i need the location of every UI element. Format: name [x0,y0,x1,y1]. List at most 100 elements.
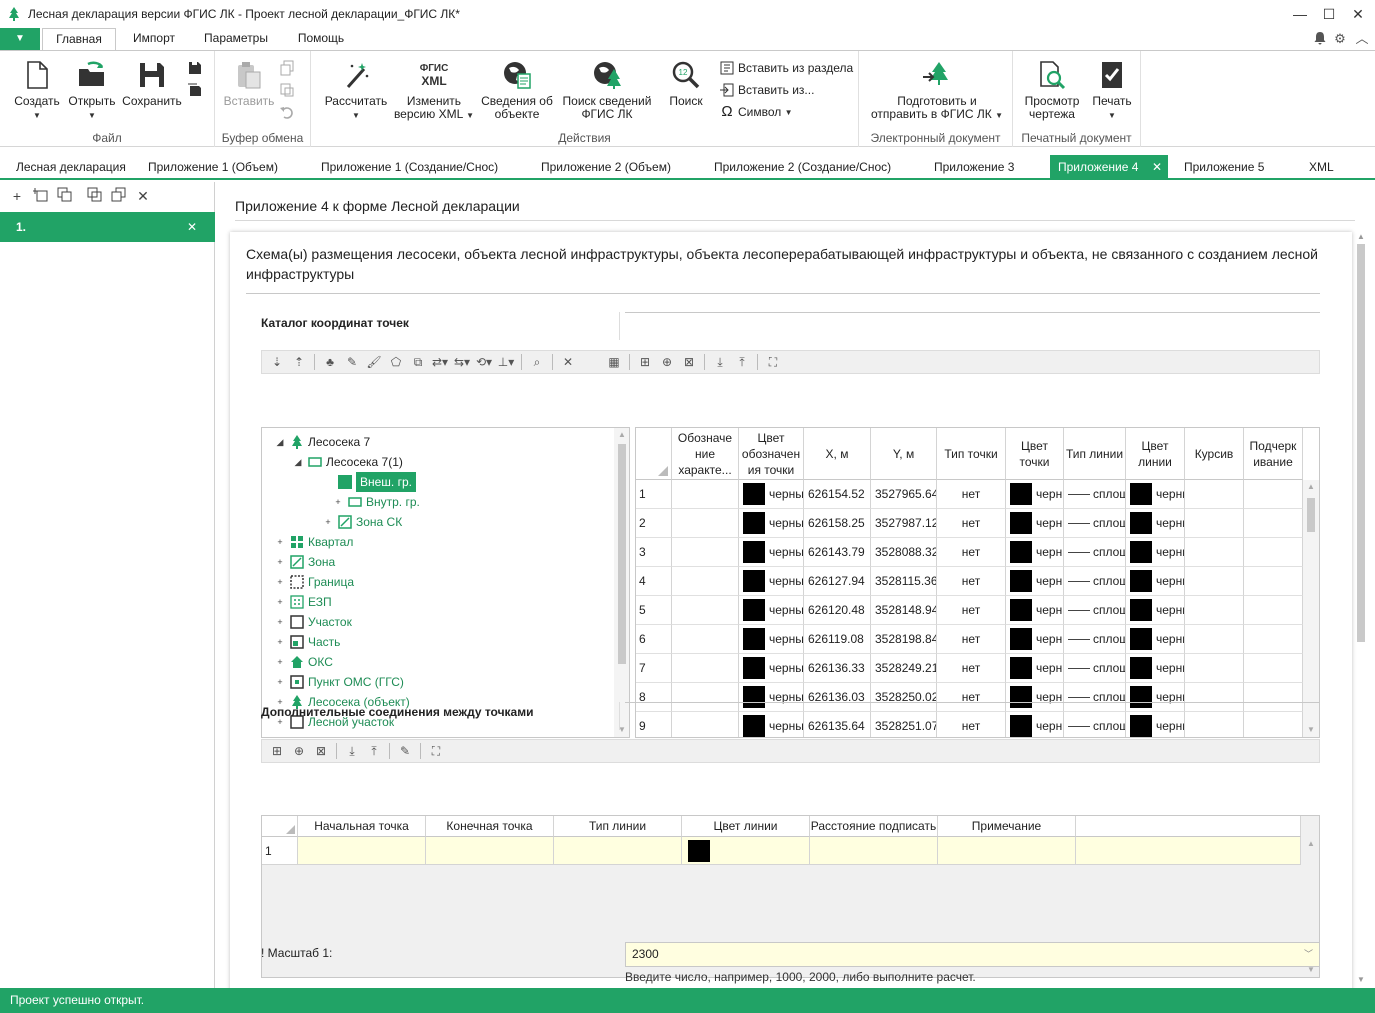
table-cell[interactable]: 3528251.07 [871,712,937,737]
save-all-icon[interactable] [188,81,202,99]
table-cell[interactable] [1244,654,1303,683]
table-cell[interactable] [1244,683,1303,712]
print-button[interactable]: Печать ▼ [1089,59,1135,122]
tree-node[interactable]: + Зона [274,552,335,572]
column-header[interactable]: Цвет точки [1006,428,1064,480]
table-cell[interactable]: черный [739,596,804,625]
expand-icon[interactable]: + [332,492,344,512]
tree-node[interactable]: + Часть [274,632,340,652]
align-icon[interactable]: ⊥▾ [495,352,517,372]
table-cell[interactable]: черный [1126,596,1185,625]
close-tab-icon[interactable]: ✕ [1152,155,1162,180]
sort-up-icon[interactable]: ⇡ [288,352,310,372]
table-cell[interactable] [938,837,1076,865]
table-cell[interactable]: 4 [636,567,672,596]
table-cell[interactable]: 3528148.94 [871,596,937,625]
table-cell[interactable]: 5 [636,596,672,625]
column-header[interactable]: Начальная точка [298,816,426,837]
search-icon[interactable]: ⌕ [526,352,548,372]
import-coords-icon[interactable]: ⇄▾ [429,352,451,372]
table-cell[interactable]: 8 [636,683,672,712]
delete-row-icon[interactable]: ⊠ [310,741,332,761]
table-cell[interactable] [1244,509,1303,538]
delete-icon[interactable]: ✕ [134,187,152,205]
layers-icon[interactable]: ⧉ [407,352,429,372]
column-header[interactable]: Цвет линии [682,816,810,837]
column-header[interactable]: Цвет линии [1126,428,1185,480]
calculate-button[interactable]: Рассчитать ▼ [323,59,389,122]
table-cell[interactable]: черный [739,683,804,712]
table-cell[interactable]: сплошная [1064,596,1126,625]
add-copy-icon[interactable] [32,187,50,205]
polygon-icon[interactable]: ⬠ [385,352,407,372]
cut-icon[interactable] [279,81,295,99]
table-cell[interactable]: черный [739,538,804,567]
table-cell[interactable] [1244,567,1303,596]
tab-help[interactable]: Помощь [286,28,356,50]
scroll-down-icon[interactable]: ▼ [614,723,629,737]
table-cell[interactable]: черный [739,509,804,538]
table-cell[interactable] [1244,538,1303,567]
table-icon[interactable]: ▦ [603,352,625,372]
scroll-down-icon[interactable]: ▼ [1303,723,1319,737]
tab-appendix-4[interactable]: Приложение 4 ✕ [1050,155,1168,180]
scroll-thumb[interactable] [1357,244,1365,642]
maximize-button[interactable]: ☐ [1314,0,1344,28]
table-cell[interactable] [672,509,739,538]
table-cell[interactable]: черный [739,567,804,596]
tree-scrollbar[interactable]: ▲ ▼ [614,428,629,737]
paste-button[interactable]: Вставить [221,59,277,108]
table-cell[interactable]: черный [1006,538,1064,567]
table-cell[interactable]: черный [1126,625,1185,654]
table-cell[interactable]: черный [1006,509,1064,538]
expand-icon[interactable]: + [274,552,286,572]
table-cell[interactable]: 626154.52 [804,480,871,509]
table-cell[interactable] [672,654,739,683]
expand-icon[interactable]: + [322,512,334,532]
create-button[interactable]: Создать ▼ [12,59,62,122]
tree-node[interactable]: + ЕЗП [274,592,331,612]
expand-icon[interactable]: + [274,592,286,612]
table-cell[interactable]: нет [937,654,1006,683]
table-cell[interactable]: нет [937,596,1006,625]
table-cell[interactable]: черный [1126,683,1185,712]
tree-node[interactable]: Внеш. гр. [322,472,416,492]
add-row-icon[interactable]: ⊕ [288,741,310,761]
table-cell[interactable]: нет [937,480,1006,509]
symbol-button[interactable]: Ω Символ ▼ [719,103,792,121]
column-header[interactable] [1076,816,1301,837]
table-cell[interactable] [1185,654,1244,683]
table-cell[interactable] [1185,596,1244,625]
table-cell[interactable] [1244,625,1303,654]
tree-node[interactable]: + Внутр. гр. [332,492,420,512]
table-cell[interactable]: 7 [636,654,672,683]
wand-icon[interactable]: ✎ [394,741,416,761]
main-scrollbar[interactable]: ▲ ▼ [1354,232,1368,987]
tab-forest-declaration[interactable]: Лесная декларация [16,155,126,180]
tab-appendix-5[interactable]: Приложение 5 [1184,155,1264,180]
tab-xml[interactable]: XML [1309,155,1334,180]
column-header[interactable]: Подчерк ивание [1244,428,1303,480]
tree-node[interactable]: ◢ Лесосека 7 [274,432,370,452]
search-button[interactable]: 12 Поиск [661,59,711,108]
save-as-icon[interactable] [188,59,202,77]
scroll-up-icon[interactable]: ▲ [1354,232,1368,244]
tree-add-icon[interactable]: ♣ [319,352,341,372]
table-cell[interactable] [1185,509,1244,538]
table-cell[interactable]: 3528088.32 [871,538,937,567]
table-cell[interactable] [1185,683,1244,712]
table-cell[interactable] [1244,712,1303,737]
table-cell[interactable]: сплошная [1064,509,1126,538]
column-header[interactable]: X, м [804,428,871,480]
table-cell[interactable]: черный [1126,509,1185,538]
column-header[interactable]: Курсив [1185,428,1244,480]
table-cell[interactable]: черный [1006,625,1064,654]
table-cell[interactable] [672,567,739,596]
scroll-thumb[interactable] [618,444,626,664]
table-cell[interactable] [554,837,682,865]
table-cell[interactable] [1185,538,1244,567]
prepare-send-button[interactable]: Подготовить и отправить в ФГИС ЛК ▼ [867,59,1007,122]
table-cell[interactable]: нет [937,683,1006,712]
table-cell[interactable]: нет [937,625,1006,654]
table-cell[interactable]: 3527987.12 [871,509,937,538]
